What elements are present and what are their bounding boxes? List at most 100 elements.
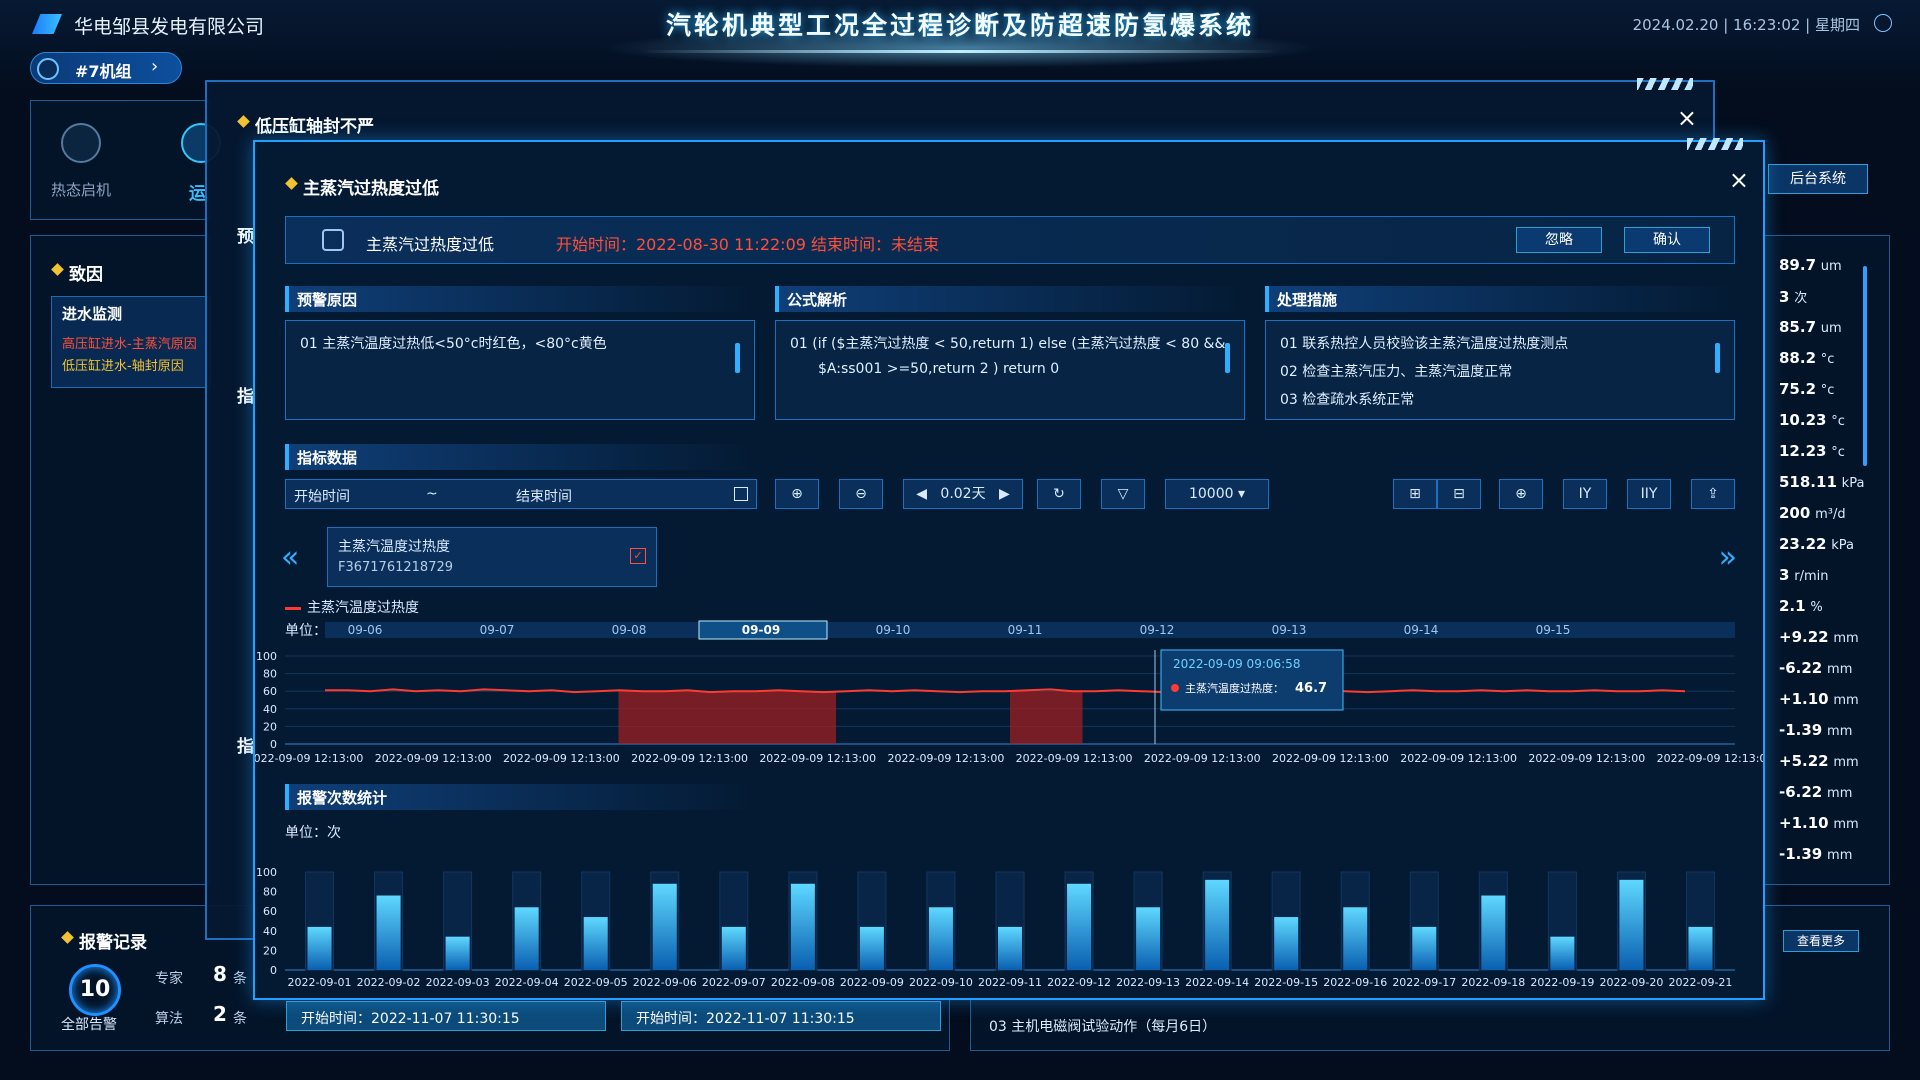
y-tick-label: 60 — [263, 905, 277, 918]
metric-value: 3 r/min — [1779, 566, 1829, 584]
expand-icon[interactable]: ⊞ — [1393, 479, 1437, 509]
y-tick-label: 20 — [263, 720, 277, 733]
alarm-range — [618, 691, 836, 744]
formula-title: 公式解析 — [775, 286, 1245, 312]
section-label: 指 — [237, 737, 254, 757]
confirm-button[interactable]: 确认 — [1624, 227, 1710, 253]
measure-box: 01 联系热控人员校验该主蒸汽温度过热度测点 02 检查主蒸汽压力、主蒸汽温度正… — [1265, 320, 1735, 420]
alert-times: 开始时间：2022-08-30 11:22:09 结束时间：未结束 — [556, 235, 940, 254]
dual-axis-button[interactable]: IIY — [1627, 479, 1671, 509]
end-time-input[interactable]: 结束时间 — [516, 486, 572, 506]
refresh-icon[interactable]: ↻ — [1037, 479, 1081, 509]
start-time-input[interactable]: 开始时间 — [294, 486, 350, 506]
x-tick-label: 2022-09-20 — [1599, 976, 1663, 989]
step-control[interactable]: ◀ 0.02天 ▶ — [903, 479, 1023, 509]
metric-value: 12.23 °c — [1779, 442, 1845, 460]
section-label: 预 — [237, 227, 254, 247]
bar — [1067, 883, 1092, 970]
see-more-button[interactable]: 查看更多 — [1783, 930, 1859, 952]
x-tick-label: 2022-09-01 — [288, 976, 352, 989]
zoom-in-icon[interactable]: ⊕ — [775, 479, 819, 509]
index-title: 指标数据 — [285, 444, 755, 470]
series-card[interactable]: 主蒸汽温度过热度 F3671761218729 ✓ — [327, 527, 657, 587]
scrollbar[interactable] — [735, 343, 740, 373]
task-item[interactable]: 03 主机电磁阀试验动作（每月6日） — [989, 1016, 1216, 1036]
single-axis-button[interactable]: IY — [1563, 479, 1607, 509]
x-tick-label: 2022-09-09 12:13:00 — [1144, 752, 1261, 765]
alarm-total-badge[interactable]: 10 — [69, 964, 121, 1016]
cause-item[interactable]: 高压缸进水-主蒸汽原因 — [62, 333, 197, 352]
export-icon[interactable]: ⇪ — [1691, 479, 1735, 509]
bar-chart[interactable]: 100 80 60 40 20 0 2022-09-01 2022-09-02 2022-09-… — [255, 842, 1763, 992]
y-tick-label: 80 — [263, 886, 277, 899]
bar — [859, 926, 884, 970]
unit-label: #7机组 — [75, 62, 132, 81]
unit-selector[interactable]: #7机组 › — [30, 52, 182, 84]
server-icon — [322, 229, 344, 251]
scrollbar[interactable] — [1715, 343, 1720, 373]
metric-value: 518.11 kPa — [1779, 473, 1865, 491]
ignore-button[interactable]: 忽略 — [1516, 227, 1602, 253]
double-chevron-left-icon[interactable]: « — [281, 540, 299, 575]
close-icon[interactable]: × — [1729, 166, 1749, 194]
title-area: 汽轮机典型工况全过程诊断及防超速防氢爆系统 — [600, 0, 1320, 70]
user-icon[interactable] — [1874, 14, 1892, 32]
close-icon[interactable]: × — [1677, 104, 1697, 132]
y-tick-label: 0 — [270, 738, 277, 751]
section-label: 指 — [237, 387, 254, 407]
scrollbar[interactable] — [1225, 343, 1230, 373]
bar — [445, 936, 470, 970]
reason-line: 01 主蒸汽温度过热低<50°c时红色，<80°c黄色 — [300, 336, 607, 352]
page-title: 汽轮机典型工况全过程诊断及防超速防氢爆系统 — [665, 11, 1254, 40]
metric-value: 88.2 °c — [1779, 349, 1835, 367]
x-tick-label: 2022-09-09 12:13:00 — [1400, 752, 1517, 765]
metric-value: 200 m³/d — [1779, 504, 1846, 522]
alert-bar: 主蒸汽过热度过低 开始时间：2022-08-30 11:22:09 结束时间：未… — [285, 216, 1735, 264]
checkbox[interactable]: ✓ — [630, 548, 646, 564]
chevron-left-icon[interactable]: ◀ — [916, 486, 927, 502]
alarm-start-chip[interactable]: 开始时间：2022-11-07 11:30:15 — [621, 1001, 941, 1031]
metric-value: +1.10 mm — [1779, 690, 1859, 708]
x-tick-label: 2022-09-07 — [702, 976, 766, 989]
zoom-out-icon[interactable]: ⊖ — [839, 479, 883, 509]
measure-item: 03 检查疏水系统正常 — [1280, 392, 1415, 408]
filter-icon[interactable]: ▽ — [1101, 479, 1145, 509]
x-tick-label: 2022-09-09 12:13:00 — [1016, 752, 1133, 765]
metric-value: -1.39 mm — [1779, 721, 1853, 739]
double-chevron-right-icon[interactable]: » — [1719, 540, 1737, 575]
x-tick-label: 2022-09-09 12:13:00 — [1528, 752, 1645, 765]
bar — [1550, 936, 1575, 970]
cause-item[interactable]: 低压缸进水-轴封原因 — [62, 355, 184, 374]
add-icon[interactable]: ⊕ — [1499, 479, 1543, 509]
timeline-tick: 09-09 — [742, 623, 780, 637]
expert-count: 8 — [213, 962, 227, 986]
bar — [1136, 907, 1161, 970]
modal-title: 低压缸轴封不严 — [237, 112, 374, 137]
x-tick-label: 2022-09-18 — [1461, 976, 1525, 989]
bar — [514, 907, 539, 970]
scrollbar[interactable] — [1863, 266, 1867, 466]
power-icon — [61, 123, 101, 163]
metric-value: 23.22 kPa — [1779, 535, 1854, 553]
y-tick-label: 100 — [256, 650, 277, 663]
collapse-icon[interactable]: ⊟ — [1437, 479, 1481, 509]
series-code: F3671761218729 — [338, 560, 454, 575]
bar — [307, 926, 332, 970]
date-range-picker[interactable]: 开始时间 ~ 结束时间 — [285, 479, 757, 509]
line-chart[interactable]: 09-06 09-07 09-08 09-09 09-10 09-11 09-12 09-13… — [255, 614, 1763, 784]
expert-unit: 条 — [233, 971, 247, 987]
backend-system-button[interactable]: 后台系统 — [1768, 164, 1868, 194]
tooltip-time: 2022-09-09 09:06:58 — [1173, 657, 1300, 671]
metric-value: 3 次 — [1779, 288, 1808, 306]
bar — [721, 926, 746, 970]
limit-select[interactable]: 10000 ▾ — [1165, 479, 1269, 509]
x-tick-label: 2022-09-17 — [1392, 976, 1456, 989]
x-tick-label: 2022-09-09 12:13:00 — [375, 752, 492, 765]
chevron-right-icon[interactable]: ▶ — [999, 486, 1010, 502]
metric-value: 85.7 um — [1779, 318, 1842, 336]
x-tick-label: 2022-09-05 — [564, 976, 628, 989]
alarm-start-chip[interactable]: 开始时间：2022-11-07 11:30:15 — [286, 1001, 606, 1031]
measure-item: 02 检查主蒸汽压力、主蒸汽温度正常 — [1280, 364, 1513, 380]
tooltip-value: 46.7 — [1295, 681, 1327, 696]
status-steps-panel: 热态启机 运 — [30, 100, 221, 220]
